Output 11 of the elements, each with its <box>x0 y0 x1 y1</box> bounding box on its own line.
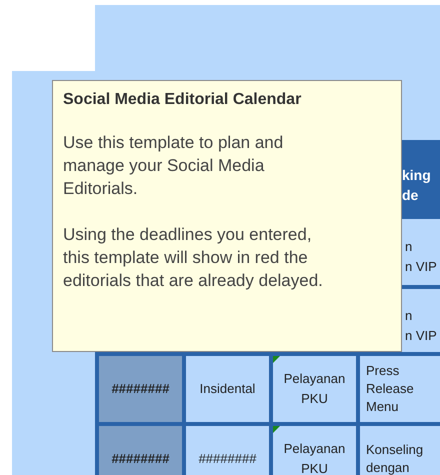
table-cell: Konseling dengan <box>360 426 440 475</box>
tooltip-title: Social Media Editorial Calendar <box>63 91 302 109</box>
table-cell: ######## <box>99 426 182 475</box>
table-cell: ######## <box>186 426 269 475</box>
table-cell: Pelayanan PKU <box>273 426 356 475</box>
table-cell: Press Release Menu <box>360 356 440 422</box>
table-cell: Pelayanan PKU <box>273 356 356 422</box>
table-cell: Insidental <box>186 356 269 422</box>
table-cell: ######## <box>99 356 182 422</box>
tooltip-text: Using the deadlines you entered, this template will show in red the editorials that are already delayed. <box>63 224 324 292</box>
tooltip-text: Use this template to plan and manage your Social Media Editorials. <box>63 132 284 200</box>
